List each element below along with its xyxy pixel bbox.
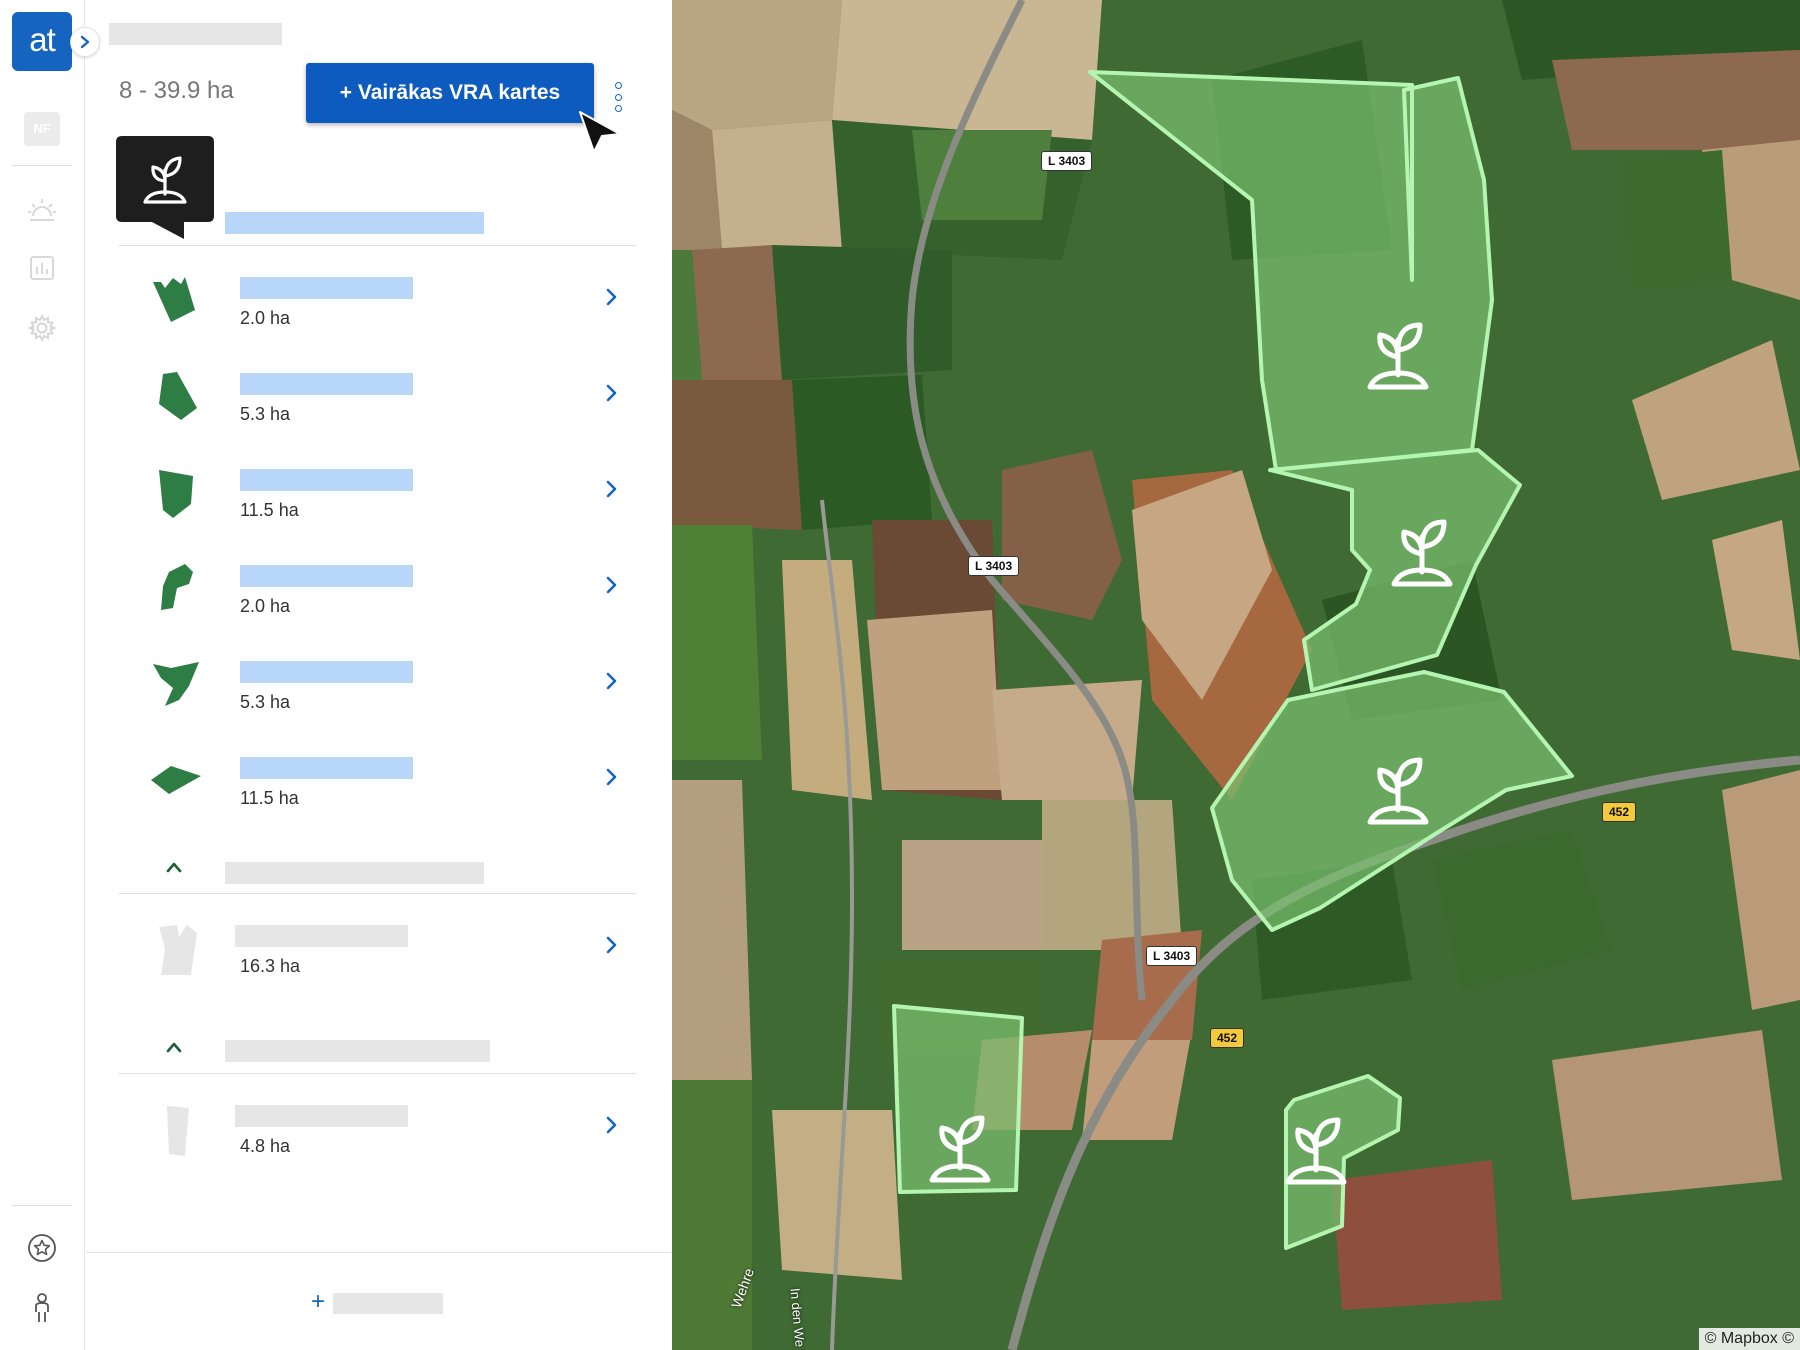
field-area: 2.0 ha bbox=[240, 596, 291, 616]
field-list-item[interactable]: 5.3 ha bbox=[119, 646, 636, 742]
road-label: L 3403 bbox=[1041, 151, 1093, 171]
collapse-group-icon[interactable] bbox=[166, 1041, 182, 1053]
farm-badge[interactable]: NF bbox=[24, 112, 60, 146]
chevron-right-icon[interactable] bbox=[605, 934, 619, 956]
map-canvas[interactable] bbox=[672, 0, 1800, 1350]
left-rail: at NF bbox=[0, 0, 100, 1350]
chevron-right-icon[interactable] bbox=[605, 382, 619, 404]
chevron-right-icon[interactable] bbox=[605, 478, 619, 500]
field-list-item[interactable]: 4.8 ha bbox=[119, 1090, 636, 1186]
chevron-right-icon[interactable] bbox=[605, 766, 619, 788]
mouse-cursor-icon bbox=[579, 111, 621, 153]
chevron-right-icon[interactable] bbox=[605, 286, 619, 308]
field-area: 2.0 ha bbox=[240, 308, 291, 328]
crop-tooltip bbox=[116, 136, 214, 239]
field-name-placeholder bbox=[240, 373, 413, 395]
weather-icon[interactable] bbox=[26, 194, 58, 226]
group-title-placeholder bbox=[225, 1040, 490, 1062]
field-shape-icon bbox=[159, 925, 197, 975]
field-name-placeholder bbox=[240, 277, 413, 299]
field-name-placeholder bbox=[235, 925, 408, 947]
chevron-right-icon bbox=[80, 35, 90, 49]
field-area: 16.3 ha bbox=[240, 956, 301, 976]
field-area: 4.8 ha bbox=[240, 1136, 291, 1156]
field-area: 5.3 ha bbox=[240, 692, 291, 712]
field-list-item[interactable]: 2.0 ha bbox=[119, 550, 636, 646]
fields-panel: 8 - 39.9 ha + Vairākas VRA kartes 2.0 ha… bbox=[86, 0, 672, 1350]
field-area: 11.5 ha bbox=[240, 788, 299, 808]
multiple-vra-maps-button[interactable]: + Vairākas VRA kartes bbox=[306, 63, 594, 123]
chevron-right-icon[interactable] bbox=[605, 670, 619, 692]
chevron-right-icon[interactable] bbox=[605, 1114, 619, 1136]
field-name-placeholder bbox=[240, 469, 413, 491]
collapse-group-icon[interactable] bbox=[166, 861, 182, 873]
field-list-item[interactable]: 5.3 ha bbox=[119, 358, 636, 454]
field-list-item[interactable]: 2.0 ha bbox=[119, 262, 636, 358]
road-label: L 3403 bbox=[968, 556, 1020, 576]
group-divider bbox=[119, 893, 636, 894]
field-name-placeholder bbox=[235, 1105, 408, 1127]
rail-divider bbox=[12, 165, 72, 166]
field-list-item[interactable]: 11.5 ha bbox=[119, 742, 636, 838]
field-area: 11.5 ha bbox=[240, 500, 299, 520]
group-divider bbox=[119, 1073, 636, 1074]
map-attribution[interactable]: © Mapbox © bbox=[1698, 1328, 1800, 1350]
field-shape-icon bbox=[159, 470, 193, 518]
field-name-placeholder bbox=[240, 565, 413, 587]
chevron-right-icon[interactable] bbox=[605, 574, 619, 596]
group-title-placeholder bbox=[225, 862, 484, 884]
gear-icon[interactable] bbox=[26, 312, 58, 344]
chart-icon[interactable] bbox=[26, 252, 58, 284]
person-icon[interactable] bbox=[26, 1292, 58, 1324]
field-shape-icon bbox=[153, 662, 199, 706]
field-shape-icon bbox=[161, 564, 193, 610]
add-field-label-placeholder[interactable] bbox=[333, 1293, 443, 1314]
field-list-item[interactable]: 16.3 ha bbox=[119, 910, 636, 1006]
field-name-placeholder bbox=[240, 757, 413, 779]
field-shape-icon bbox=[159, 372, 197, 420]
road-label: L 3403 bbox=[1146, 946, 1198, 966]
road-label: 452 bbox=[1210, 1028, 1245, 1048]
field-shape-icon bbox=[151, 766, 201, 794]
add-field-row[interactable]: + bbox=[86, 1252, 672, 1350]
field-area: 5.3 ha bbox=[240, 404, 291, 424]
satellite-map[interactable]: L 3403 L 3403 L 3403 452 452 Wehre In de… bbox=[672, 0, 1800, 1350]
field-shape-icon bbox=[167, 1106, 189, 1156]
season-title-placeholder bbox=[109, 23, 282, 45]
group-title-placeholder bbox=[225, 212, 484, 234]
expand-panel-button[interactable] bbox=[70, 27, 100, 57]
app-logo[interactable]: at bbox=[12, 12, 72, 71]
field-name-placeholder bbox=[240, 661, 413, 683]
road-label: 452 bbox=[1602, 802, 1637, 822]
add-field-plus[interactable]: + bbox=[311, 1288, 325, 1316]
rail-divider bbox=[12, 1205, 72, 1206]
field-shape-icon bbox=[153, 277, 195, 322]
size-range: 8 - 39.9 ha bbox=[119, 77, 234, 104]
star-icon[interactable] bbox=[26, 1232, 58, 1264]
group-divider bbox=[119, 245, 636, 246]
field-list-item[interactable]: 11.5 ha bbox=[119, 454, 636, 550]
